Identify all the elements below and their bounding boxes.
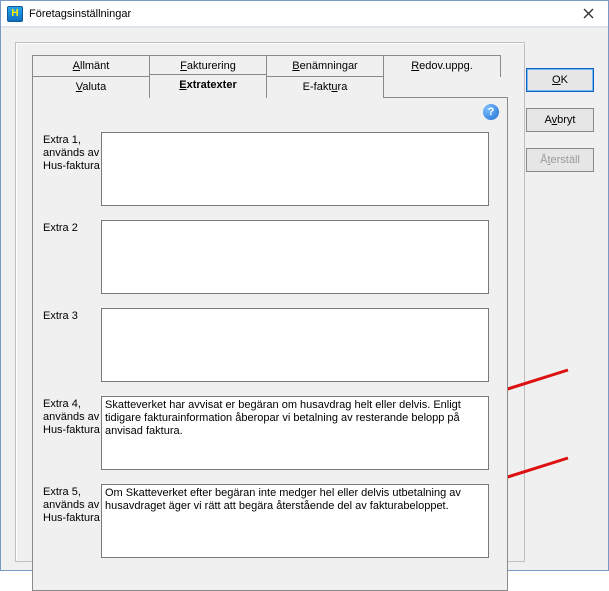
tab-text: enämningar — [300, 60, 358, 72]
field-row-extra2: Extra 2 — [43, 220, 489, 294]
tab-extratexter[interactable]: Extratexter — [149, 74, 267, 98]
extra5-input[interactable] — [101, 484, 489, 558]
field-row-extra4: Extra 4, används av Hus-faktura — [43, 396, 489, 470]
tab-text: xtratexter — [187, 79, 237, 91]
tab-text: A — [73, 60, 80, 72]
extra4-input[interactable] — [101, 396, 489, 470]
tab-text: aluta — [82, 81, 106, 93]
btn-text: A — [545, 114, 552, 126]
tab-text: E-fakt — [303, 81, 332, 93]
close-icon[interactable] — [568, 1, 608, 27]
btn-text: K — [561, 74, 568, 86]
reset-button[interactable]: Återställ — [526, 148, 594, 172]
client-area: Allmänt Fakturering Benämningar Redov.up… — [1, 27, 608, 570]
tab-body: ? Extra 1, används av Hus-faktura Extra … — [32, 97, 508, 591]
tab-text: ra — [338, 81, 348, 93]
field-label: Extra 1, används av Hus-faktura — [43, 132, 101, 173]
tab-valuta[interactable]: Valuta — [32, 76, 150, 98]
field-label: Extra 5, används av Hus-faktura — [43, 484, 101, 525]
btn-text: bryt — [557, 114, 575, 126]
btn-text: O — [552, 74, 561, 86]
tab-text: E — [179, 79, 186, 91]
tab-efaktura[interactable]: E-faktura — [266, 76, 384, 98]
help-icon[interactable]: ? — [483, 104, 499, 120]
field-label: Extra 4, används av Hus-faktura — [43, 396, 101, 437]
extra1-input[interactable] — [101, 132, 489, 206]
field-row-extra5: Extra 5, används av Hus-faktura — [43, 484, 489, 558]
app-icon — [7, 6, 23, 22]
tab-redovuppg[interactable]: Redov.uppg. — [383, 55, 501, 77]
extra2-input[interactable] — [101, 220, 489, 294]
tab-row-second: Valuta Extratexter E-faktura — [32, 76, 383, 98]
tab-text: llmänt — [80, 60, 109, 72]
tab-text: akturering — [187, 60, 236, 72]
tab-benamningar[interactable]: Benämningar — [266, 55, 384, 77]
dialog-window: Företagsinställningar Allmänt Fakturerin… — [0, 0, 609, 571]
field-row-extra3: Extra 3 — [43, 308, 489, 382]
cancel-button[interactable]: Avbryt — [526, 108, 594, 132]
tab-text: R — [411, 60, 419, 72]
field-row-extra1: Extra 1, används av Hus-faktura — [43, 132, 489, 206]
side-buttons: OK Avbryt Återställ — [526, 68, 594, 172]
tab-text: B — [292, 60, 299, 72]
tab-allmant[interactable]: Allmänt — [32, 55, 150, 77]
window-title: Företagsinställningar — [29, 8, 568, 20]
btn-text: erställ — [551, 154, 580, 166]
extra3-input[interactable] — [101, 308, 489, 382]
tab-text: F — [180, 60, 187, 72]
titlebar: Företagsinställningar — [1, 1, 608, 27]
tab-text: edov.uppg. — [419, 60, 473, 72]
field-label: Extra 3 — [43, 308, 101, 323]
ok-button[interactable]: OK — [526, 68, 594, 92]
inner-frame: Allmänt Fakturering Benämningar Redov.up… — [15, 42, 525, 562]
field-label: Extra 2 — [43, 220, 101, 235]
